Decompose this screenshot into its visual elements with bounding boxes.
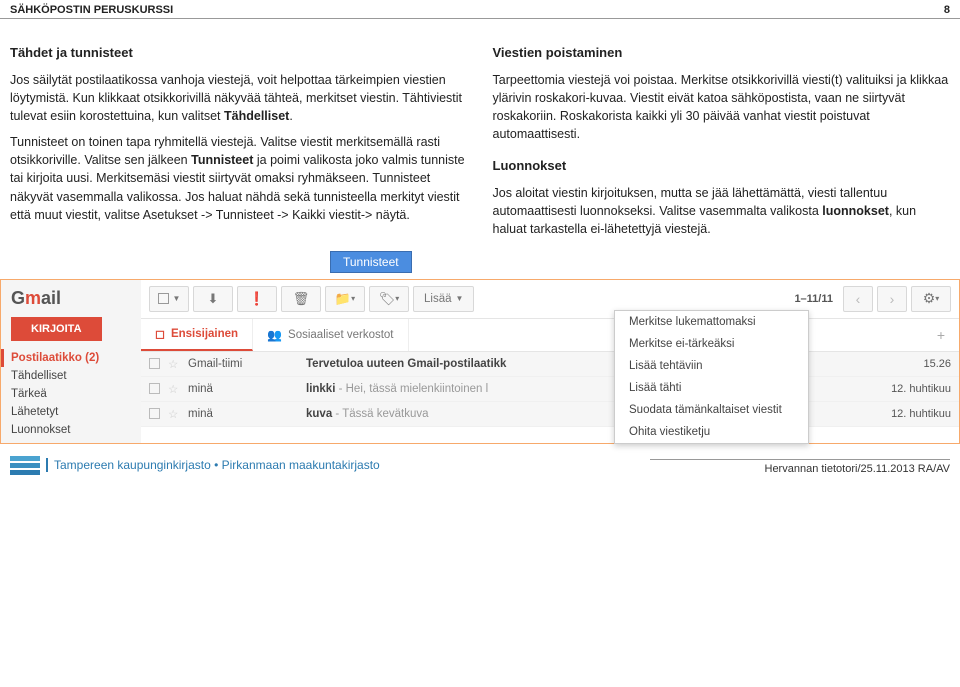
doc-title: SÄHKÖPOSTIN PERUSKURSSI [10,4,173,16]
footer-logo: Tampereen kaupunginkirjasto • Pirkanmaan… [10,456,380,475]
gmail-sidebar: Gmail KIRJOITA Postilaatikko (2) Tähdell… [1,280,141,443]
left-column: Tähdet ja tunnisteet Jos säilytät postil… [10,44,468,247]
tab-social[interactable]: 👥 Sosiaaliset verkostot [253,319,408,351]
more-dropdown-menu: Merkitse lukemattomaksi Merkitse ei-tärk… [614,310,809,444]
right-column: Viestien poistaminen Tarpeettomia vieste… [493,44,951,247]
delete-button[interactable]: 🗑 [281,286,321,312]
select-all-checkbox[interactable]: ▼ [149,286,189,312]
message-row[interactable]: ☆ Gmail-tiimi Tervetuloa uuteen Gmail-po… [141,352,959,377]
prev-page-button[interactable]: ‹ [843,286,873,312]
sidebar-item-important[interactable]: Tärkeä [11,385,141,403]
left-para-2: Tunnisteet on toinen tapa ryhmitellä vie… [10,133,468,224]
content-columns: Tähdet ja tunnisteet Jos säilytät postil… [0,19,960,257]
message-row[interactable]: ☆ minä linkki - Hei, tässä mielenkiintoi… [141,377,959,402]
move-button[interactable]: 📁▾ [325,286,365,312]
sidebar-item-drafts[interactable]: Luonnokset [11,421,141,439]
sidebar-item-inbox[interactable]: Postilaatikko (2) [1,349,141,367]
gmail-toolbar: ▼ ⬇ ❗ 🗑 📁▾ 🏷▾ Lisää▼ 1–11/11 ‹ › ⚙▾ [141,280,959,319]
tab-primary[interactable]: ◻ Ensisijainen [141,319,253,351]
archive-button[interactable]: ⬇ [193,286,233,312]
sender: minä [188,383,298,395]
gmail-main: ▼ ⬇ ❗ 🗑 📁▾ 🏷▾ Lisää▼ 1–11/11 ‹ › ⚙▾ Merk… [141,280,959,443]
dd-mark-not-important[interactable]: Merkitse ei-tärkeäksi [615,333,808,355]
footer-source: Hervannan tietotori/25.11.2013 RA/AV [650,459,950,475]
star-icon[interactable]: ☆ [168,357,180,371]
right-heading-2: Luonnokset [493,157,951,176]
message-list: ☆ Gmail-tiimi Tervetuloa uuteen Gmail-po… [141,352,959,427]
settings-gear-button[interactable]: ⚙▾ [911,286,951,312]
star-icon[interactable]: ☆ [168,407,180,421]
gmail-logo: Gmail [11,288,141,309]
compose-button[interactable]: KIRJOITA [11,317,102,341]
callout-wrap: Tunnisteet [0,257,960,279]
sidebar-item-sent[interactable]: Lähetetyt [11,403,141,421]
right-para-2: Jos aloitat viestin kirjoituksen, mutta … [493,184,951,238]
right-heading-1: Viestien poistaminen [493,44,951,63]
gmail-tabs: ◻ Ensisijainen 👥 Sosiaaliset verkostot + [141,319,959,352]
page-footer: Tampereen kaupunginkirjasto • Pirkanmaan… [0,444,960,481]
add-tab-button[interactable]: + [923,319,959,351]
date: 12. huhtikuu [871,408,951,420]
spam-button[interactable]: ❗ [237,286,277,312]
page-number: 8 [944,4,950,16]
next-page-button[interactable]: › [877,286,907,312]
sidebar-item-starred[interactable]: Tähdelliset [11,367,141,385]
dd-filter-similar[interactable]: Suodata tämänkaltaiset viestit [615,399,808,421]
label-button[interactable]: 🏷▾ [369,286,409,312]
row-checkbox[interactable] [149,408,160,419]
more-button[interactable]: Lisää▼ [413,286,474,312]
row-checkbox[interactable] [149,358,160,369]
star-icon[interactable]: ☆ [168,382,180,396]
left-heading: Tähdet ja tunnisteet [10,44,468,63]
dd-add-to-tasks[interactable]: Lisää tehtäviin [615,355,808,377]
date: 12. huhtikuu [871,383,951,395]
callout-label: Tunnisteet [330,251,412,273]
pager-text: 1–11/11 [794,293,833,305]
date: 15.26 [871,358,951,370]
row-checkbox[interactable] [149,383,160,394]
left-para-1: Jos säilytät postilaatikossa vanhoja vie… [10,71,468,125]
people-icon: 👥 [267,328,282,342]
logo-bars-icon [10,456,40,475]
right-para-1: Tarpeettomia viestejä voi poistaa. Merki… [493,71,951,144]
inbox-icon: ◻ [155,327,165,341]
dd-add-star[interactable]: Lisää tähti [615,377,808,399]
dd-mark-unread[interactable]: Merkitse lukemattomaksi [615,311,808,333]
org-name: Tampereen kaupunginkirjasto • Pirkanmaan… [46,458,380,472]
message-row[interactable]: ☆ minä kuva - Tässä kevätkuva 12. huhtik… [141,402,959,427]
page-header: SÄHKÖPOSTIN PERUSKURSSI 8 [0,0,960,19]
sender: Gmail-tiimi [188,358,298,370]
sender: minä [188,408,298,420]
gmail-screenshot: Gmail KIRJOITA Postilaatikko (2) Tähdell… [0,279,960,444]
dd-mute-thread[interactable]: Ohita viestiketju [615,421,808,443]
